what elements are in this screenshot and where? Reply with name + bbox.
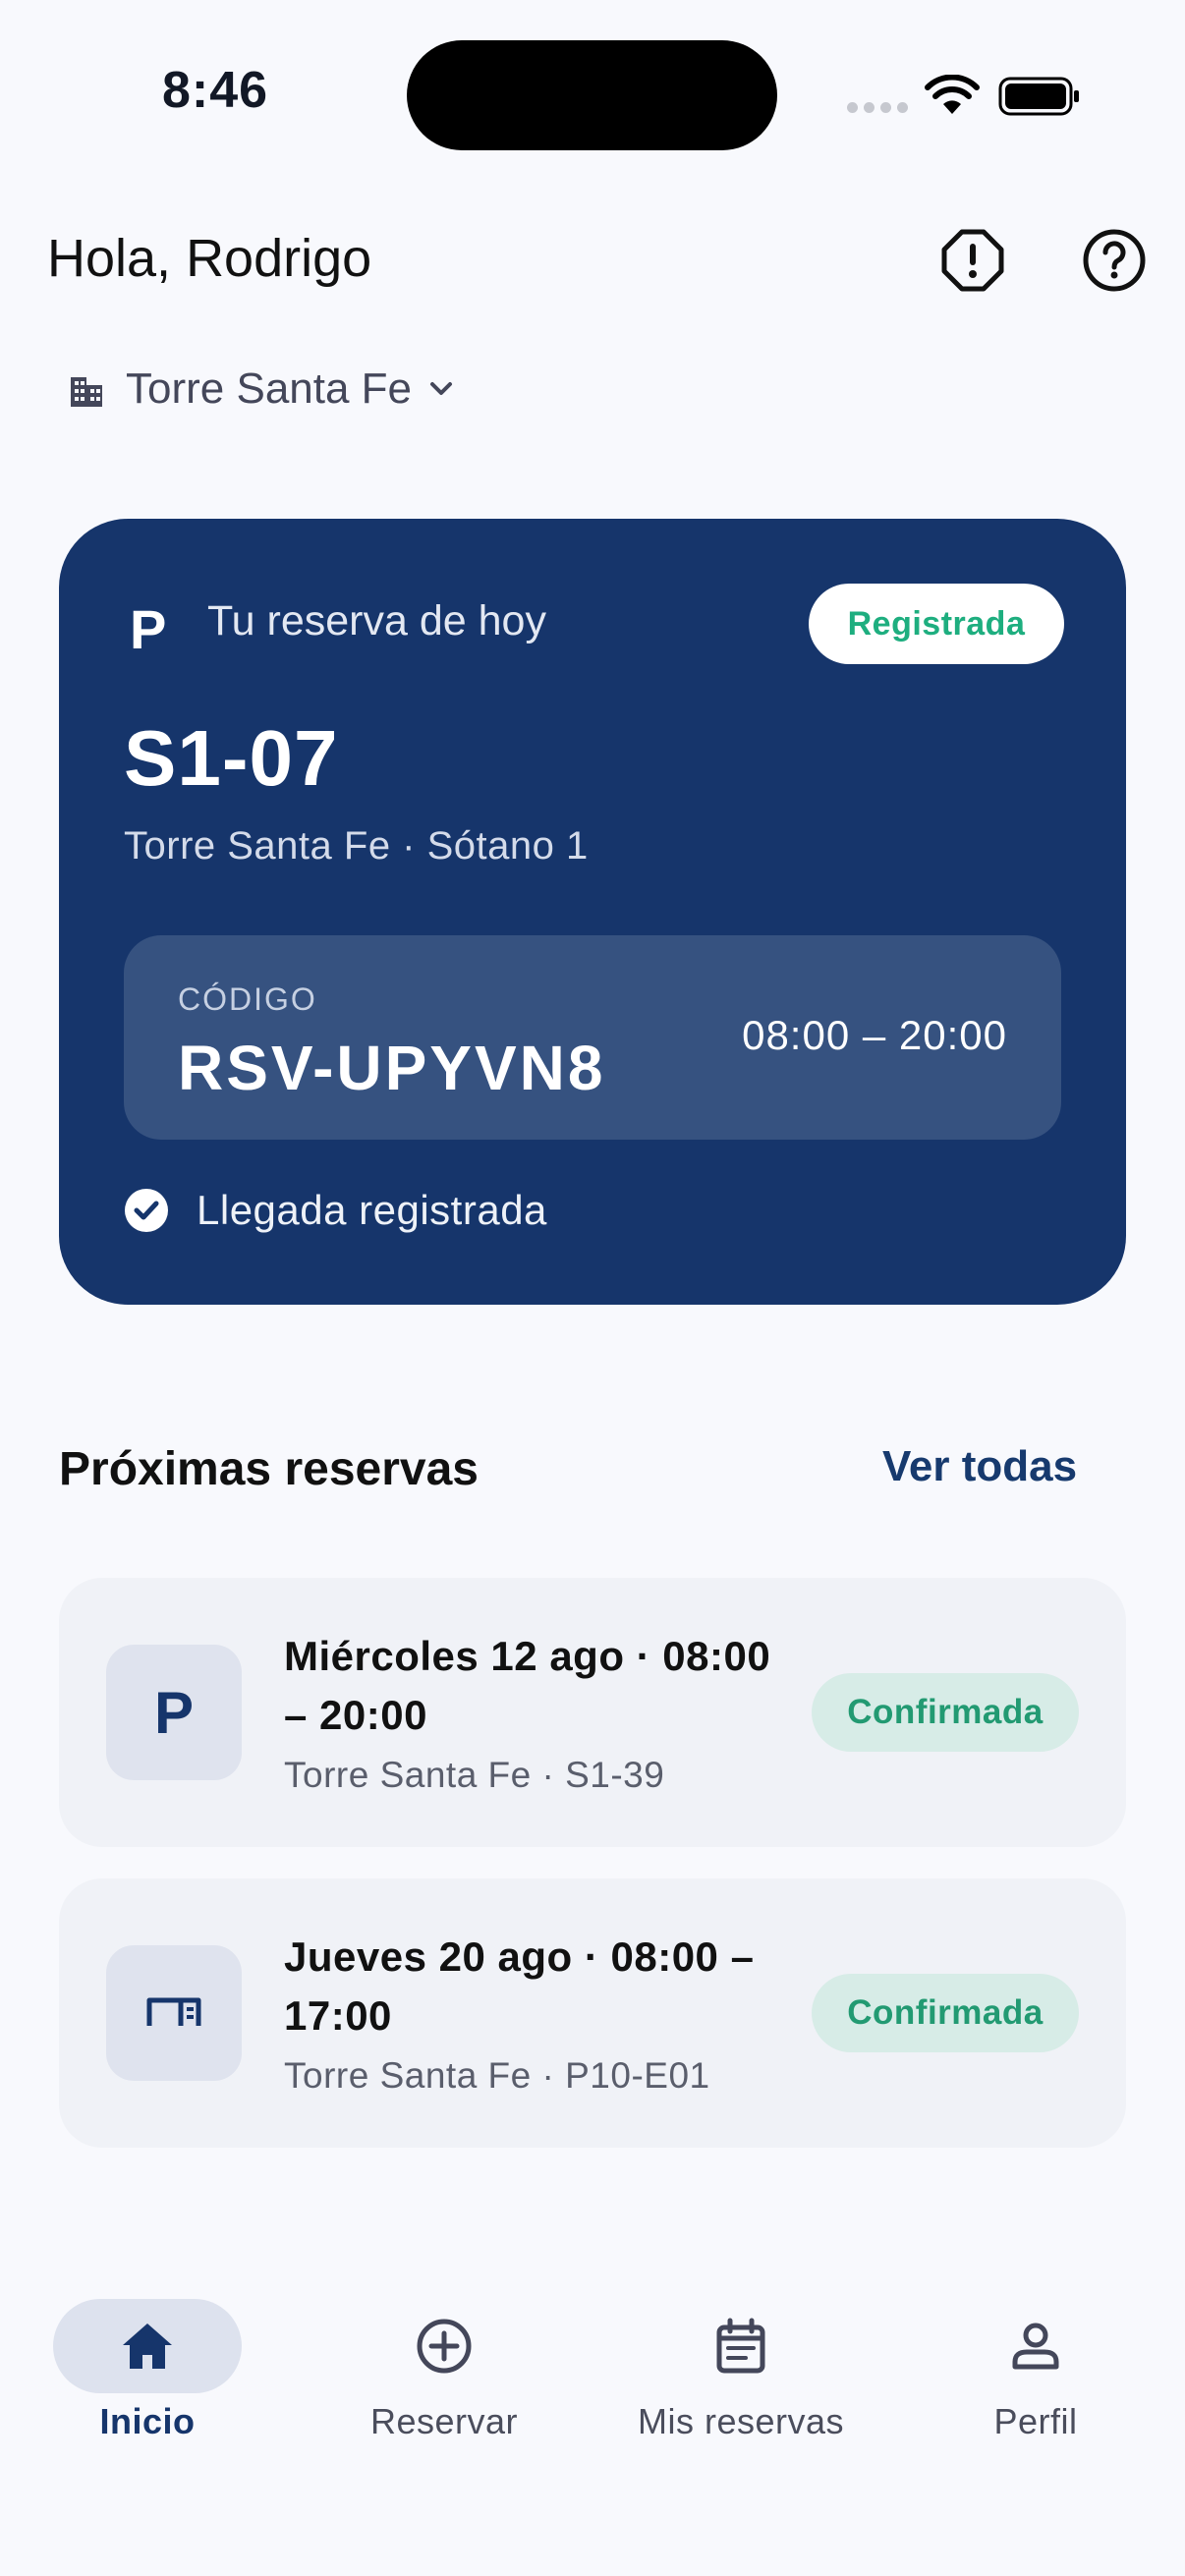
reservation-subtitle: Torre Santa Fe · S1-39 [284,1755,665,1795]
reservation-item[interactable]: P Miércoles 12 ago · 08:00 – 20:00 Torre… [59,1578,1126,1847]
greeting: Hola, Rodrigo [47,229,372,288]
reservation-item[interactable]: Jueves 20 ago · 08:00 – 17:00 Torre Sant… [59,1878,1126,2148]
report-button[interactable] [940,228,1005,293]
check-circle-icon [125,1189,168,1232]
reservation-code-box: CÓDIGO RSV-UPYVN8 08:00 – 20:00 [124,935,1061,1140]
nav-item-inicio[interactable]: Inicio [0,2299,295,2442]
reservation-subtitle: Torre Santa Fe · P10-E01 [284,2055,710,2096]
parking-icon: P [130,598,167,660]
arrival-status: Llegada registrada [124,1187,547,1234]
nav-indicator [647,2299,835,2393]
dynamic-island [407,40,777,150]
see-all-link[interactable]: Ver todas [882,1442,1077,1491]
arrival-text: Llegada registrada [197,1187,547,1233]
building-icon [71,377,102,407]
nav-indicator [941,2299,1130,2393]
chevron-down-icon [430,382,453,395]
status-badge: Confirmada [812,1974,1079,2052]
person-icon [1012,2323,1059,2370]
app-screen: 8:46 Hola, Rodrigo Torre Santa Fe P Tu r… [0,0,1185,2576]
battery-icon [998,77,1079,116]
nav-indicator [53,2299,242,2393]
today-label: Tu reserva de hoy [207,597,546,644]
today-reservation-card[interactable]: P Tu reserva de hoy Registrada S1-07 Tor… [59,519,1126,1305]
reservation-code: RSV-UPYVN8 [178,1033,606,1103]
reservation-title: Jueves 20 ago · 08:00 – 17:00 [284,1933,755,2039]
section-title: Próximas reservas [59,1443,479,1495]
nav-label: Reservar [369,2401,519,2441]
help-button[interactable] [1082,228,1147,293]
desk-icon [146,1997,201,2026]
calendar-icon [716,2318,765,2374]
nav-label: Perfil [993,2401,1078,2441]
help-circle-icon [1083,229,1146,292]
code-label: CÓDIGO [178,981,317,1017]
parking-icon: P [106,1645,242,1780]
nav-item-mis-reservas[interactable]: Mis reservas [593,2299,888,2442]
cellular-signal-icon [847,102,908,113]
status-badge: Registrada [809,584,1064,664]
bottom-navigation: Inicio Reservar Mis reservas Perfil [0,2279,1185,2476]
nav-item-perfil[interactable]: Perfil [888,2299,1183,2442]
reservation-title: Miércoles 12 ago · 08:00 – 20:00 [284,1633,771,1738]
spot-location: Torre Santa Fe · Sótano 1 [124,824,589,868]
desk-icon-box [106,1945,242,2081]
nav-item-reservar[interactable]: Reservar [297,2299,592,2442]
nav-label: Mis reservas [637,2401,845,2441]
nav-label: Inicio [99,2401,196,2441]
nav-indicator [350,2299,538,2393]
reservation-time: 08:00 – 20:00 [742,1012,1007,1058]
spot-code: S1-07 [124,714,339,802]
status-time: 8:46 [162,62,269,119]
alert-octagon-icon [941,229,1004,292]
building-selector[interactable]: Torre Santa Fe [67,358,457,420]
building-name: Torre Santa Fe [126,364,413,413]
home-icon [123,2324,172,2369]
wifi-icon [925,75,980,114]
plus-circle-icon [417,2319,472,2374]
status-badge: Confirmada [812,1673,1079,1752]
